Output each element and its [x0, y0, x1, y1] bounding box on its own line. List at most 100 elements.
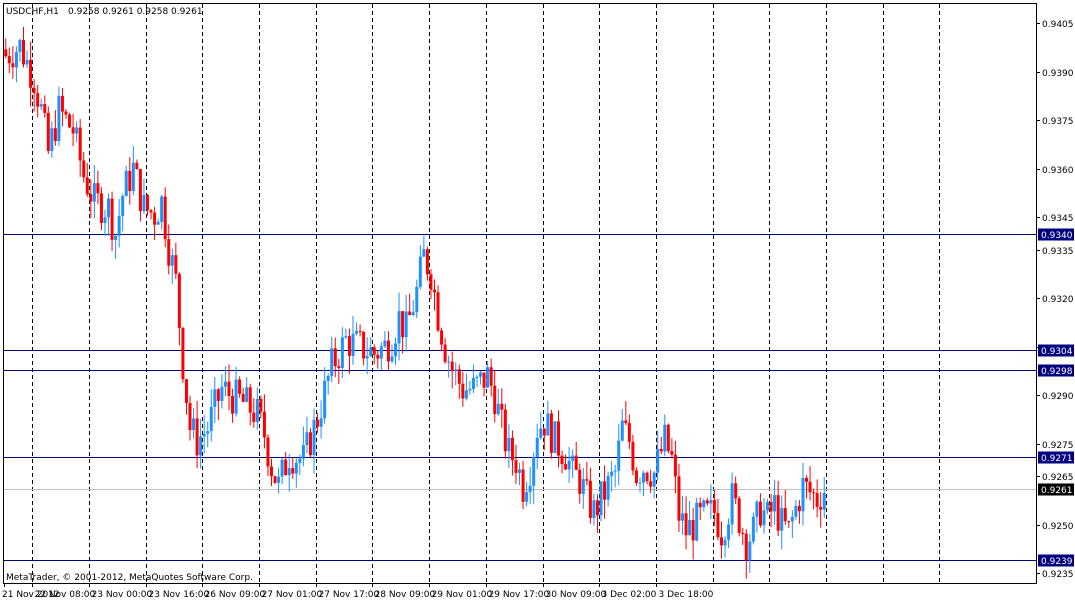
candle-body — [4, 49, 8, 57]
candle-body — [748, 541, 752, 561]
candle-body — [376, 354, 380, 359]
candle-body — [114, 235, 118, 240]
candle-body — [355, 331, 359, 334]
candle-body — [85, 177, 89, 195]
candle-body — [312, 419, 316, 456]
candle-body — [539, 428, 543, 438]
candle-body — [280, 459, 284, 477]
candle-body — [503, 409, 507, 452]
candle-body — [610, 471, 614, 476]
candle-body — [319, 418, 323, 427]
candle-body — [801, 477, 805, 512]
candle-body — [199, 436, 203, 456]
candle-body — [220, 386, 224, 401]
candle-body — [528, 485, 532, 493]
candle-body — [131, 162, 135, 192]
candle-body — [475, 376, 479, 379]
candle-body — [546, 413, 550, 436]
candle-body — [135, 162, 139, 170]
x-tick-label: 28 Nov 09:00 — [375, 590, 436, 600]
y-tick-label: 0.9275 — [1042, 441, 1074, 451]
candle-body — [365, 356, 369, 359]
copyright-text: MetaTrader, © 2001-2012, MetaQuotes Soft… — [6, 573, 253, 583]
candle-body — [323, 380, 327, 419]
candle-body — [684, 513, 688, 536]
candle-body — [741, 532, 745, 534]
y-tick-label: 0.9360 — [1042, 166, 1074, 176]
candle-body — [631, 441, 635, 471]
candle-body — [43, 104, 47, 113]
candle-body — [822, 492, 826, 510]
y-tick-label: 0.9265 — [1042, 473, 1074, 483]
candle-body — [379, 346, 383, 359]
candle-body — [153, 212, 157, 225]
candle-body — [805, 477, 809, 482]
candle-body — [471, 378, 475, 390]
candle-body — [461, 383, 465, 399]
candle-body — [815, 493, 819, 507]
candle-body — [36, 93, 40, 107]
candle-body — [156, 221, 160, 225]
candle-body — [666, 424, 670, 452]
horizontal-price-lines — [4, 234, 1036, 561]
horizontal-price-tag-label: 0.9271 — [1041, 454, 1073, 464]
candle-body — [493, 385, 497, 415]
candle-body — [270, 466, 274, 477]
candle-body — [787, 521, 791, 523]
candle-body — [496, 403, 500, 415]
candles — [4, 26, 826, 579]
candle-body — [163, 196, 167, 240]
candle-body — [464, 390, 468, 399]
candle-body — [670, 451, 674, 455]
candle-body — [659, 449, 663, 452]
candle-body — [117, 215, 121, 236]
candle-body — [404, 311, 408, 338]
candle-body — [486, 367, 490, 388]
candle-body — [595, 500, 599, 516]
candle-body — [192, 418, 196, 431]
candle-body — [663, 424, 667, 452]
candle-body — [92, 183, 96, 202]
candle-body — [617, 440, 621, 471]
candle-body — [425, 249, 429, 275]
candle-body — [408, 311, 412, 316]
candle-body — [390, 356, 394, 362]
candle-body — [7, 56, 11, 64]
candle-body — [209, 406, 213, 432]
candle-body — [284, 459, 288, 476]
candle-body — [468, 389, 472, 391]
candle-body — [11, 63, 15, 68]
x-tick-label: 29 Nov 01:00 — [432, 590, 493, 600]
candle-body — [819, 506, 823, 510]
candle-body — [482, 372, 486, 388]
candle-body — [160, 196, 164, 222]
price-axis: 0.9405 0.9390 0.9375 0.9360 0.9345 0.9335 0.93… — [1036, 20, 1074, 580]
candle-body — [642, 472, 646, 483]
candle-body — [231, 395, 235, 414]
candle-body — [443, 344, 447, 362]
candle-body — [294, 462, 298, 474]
candle-body — [510, 437, 514, 461]
candle-body — [627, 423, 631, 442]
candle-body — [99, 193, 103, 224]
y-tick-label: 0.9405 — [1042, 20, 1074, 30]
candle-body — [347, 336, 351, 356]
candle-body — [797, 505, 801, 512]
candle-body — [588, 480, 592, 518]
candle-body — [89, 194, 93, 202]
candle-body — [252, 412, 256, 422]
candle-body — [776, 495, 780, 531]
candle-body — [624, 420, 628, 424]
x-tick-label: 30 Nov 09:00 — [546, 590, 607, 600]
candle-body — [124, 170, 128, 197]
candle-body — [184, 379, 188, 403]
candle-body — [709, 500, 713, 504]
candle-body — [553, 421, 557, 453]
candle-body — [138, 169, 142, 212]
candle-body — [96, 183, 100, 194]
candle-body — [340, 337, 344, 368]
candle-body — [71, 127, 75, 134]
candle-body — [489, 367, 493, 386]
symbol-info: USDCHF,H1 — [6, 7, 59, 17]
candle-body — [751, 516, 755, 542]
